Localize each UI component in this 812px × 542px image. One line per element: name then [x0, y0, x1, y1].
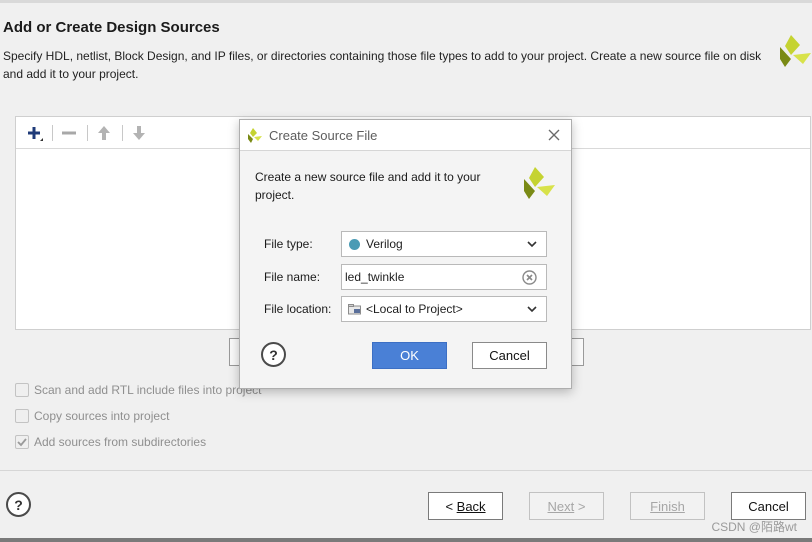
chevron-down-icon	[527, 306, 537, 313]
file-name-label: File name:	[264, 270, 321, 284]
close-icon[interactable]	[544, 125, 564, 145]
next-suffix: >	[574, 498, 586, 514]
checkbox-label: Scan and add RTL include files into proj…	[34, 383, 262, 397]
checkbox-box[interactable]	[15, 383, 29, 397]
add-icon[interactable]	[23, 123, 45, 143]
create-file-button[interactable]	[570, 338, 584, 366]
move-up-icon[interactable]	[93, 123, 115, 143]
help-icon[interactable]: ?	[6, 492, 31, 517]
back-button[interactable]: < Back	[428, 492, 503, 520]
dialog-titlebar[interactable]: Create Source File	[240, 120, 571, 151]
finish-button[interactable]: Finish	[630, 492, 705, 520]
checkbox-box[interactable]	[15, 409, 29, 423]
file-name-input[interactable]: led_twinkle	[341, 264, 547, 290]
footer-divider	[0, 470, 812, 471]
window-bottom-edge	[0, 538, 812, 542]
file-name-value: led_twinkle	[345, 270, 405, 284]
vivado-small-logo-icon	[248, 128, 262, 143]
dialog-cancel-button[interactable]: Cancel	[472, 342, 547, 369]
dialog-description: Create a new source file and add it to y…	[255, 170, 481, 202]
back-prefix: <	[445, 498, 457, 514]
file-type-value: Verilog	[366, 237, 403, 251]
checkbox-label: Add sources from subdirectories	[34, 435, 207, 449]
ok-button[interactable]: OK	[372, 342, 447, 369]
dialog-help-icon[interactable]: ?	[261, 342, 286, 367]
file-location-dropdown[interactable]: <Local to Project>	[341, 296, 547, 322]
next-button[interactable]: Next >	[529, 492, 604, 520]
cancel-button[interactable]: Cancel	[731, 492, 806, 520]
page-title: Add or Create Design Sources	[3, 19, 220, 36]
file-type-dropdown[interactable]: Verilog	[341, 231, 547, 257]
toolbar-separator	[52, 125, 53, 141]
create-source-file-dialog: Create Source File Create a new source f…	[239, 119, 572, 389]
checkbox-label: Copy sources into project	[34, 409, 170, 423]
check-icon	[17, 438, 27, 447]
checkbox-box[interactable]	[15, 435, 29, 449]
toolbar-separator	[87, 125, 88, 141]
remove-icon[interactable]	[58, 123, 80, 143]
wizard-header: Add or Create Design Sources Specify HDL…	[0, 3, 812, 96]
file-location-label: File location:	[264, 302, 332, 316]
move-down-icon[interactable]	[128, 123, 150, 143]
copy-sources-checkbox[interactable]: Copy sources into project	[15, 408, 169, 424]
clear-icon[interactable]	[522, 270, 537, 285]
back-label: Back	[456, 498, 486, 514]
dialog-title: Create Source File	[269, 128, 378, 143]
verilog-dot-icon	[349, 238, 360, 250]
chevron-down-icon	[527, 241, 537, 248]
folder-icon	[348, 303, 361, 314]
toolbar-separator	[122, 125, 123, 141]
next-label: Next	[547, 498, 575, 514]
vivado-logo-icon	[780, 35, 811, 67]
scan-rtl-include-checkbox[interactable]: Scan and add RTL include files into proj…	[15, 382, 261, 398]
add-subdirectories-checkbox[interactable]: Add sources from subdirectories	[15, 434, 206, 450]
file-location-value: <Local to Project>	[366, 302, 463, 316]
file-type-label: File type:	[264, 237, 313, 251]
page-description: Specify HDL, netlist, Block Design, and …	[3, 49, 762, 81]
finish-label: Finish	[650, 498, 685, 514]
watermark: CSDN @陌路wt	[711, 520, 797, 534]
vivado-logo-icon	[524, 167, 555, 199]
